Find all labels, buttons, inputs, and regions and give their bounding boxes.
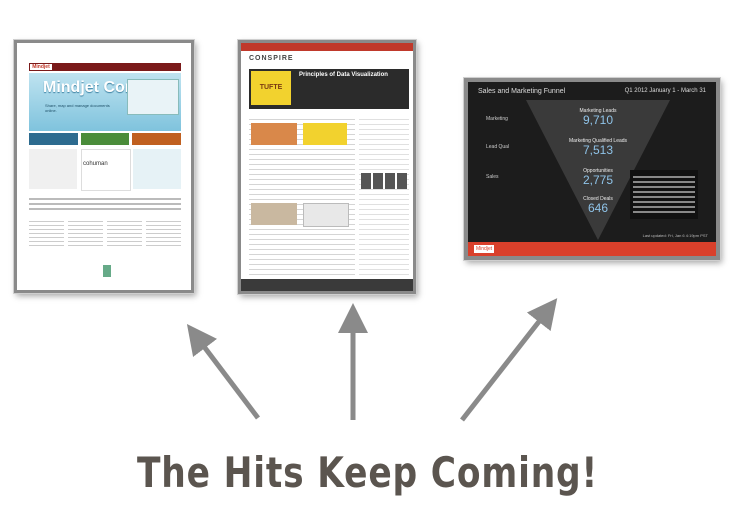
- arrow-left: [186, 324, 260, 420]
- arrows: [186, 298, 558, 422]
- headline: The Hits Keep Coming!: [136, 448, 599, 497]
- arrow-right: [460, 298, 558, 422]
